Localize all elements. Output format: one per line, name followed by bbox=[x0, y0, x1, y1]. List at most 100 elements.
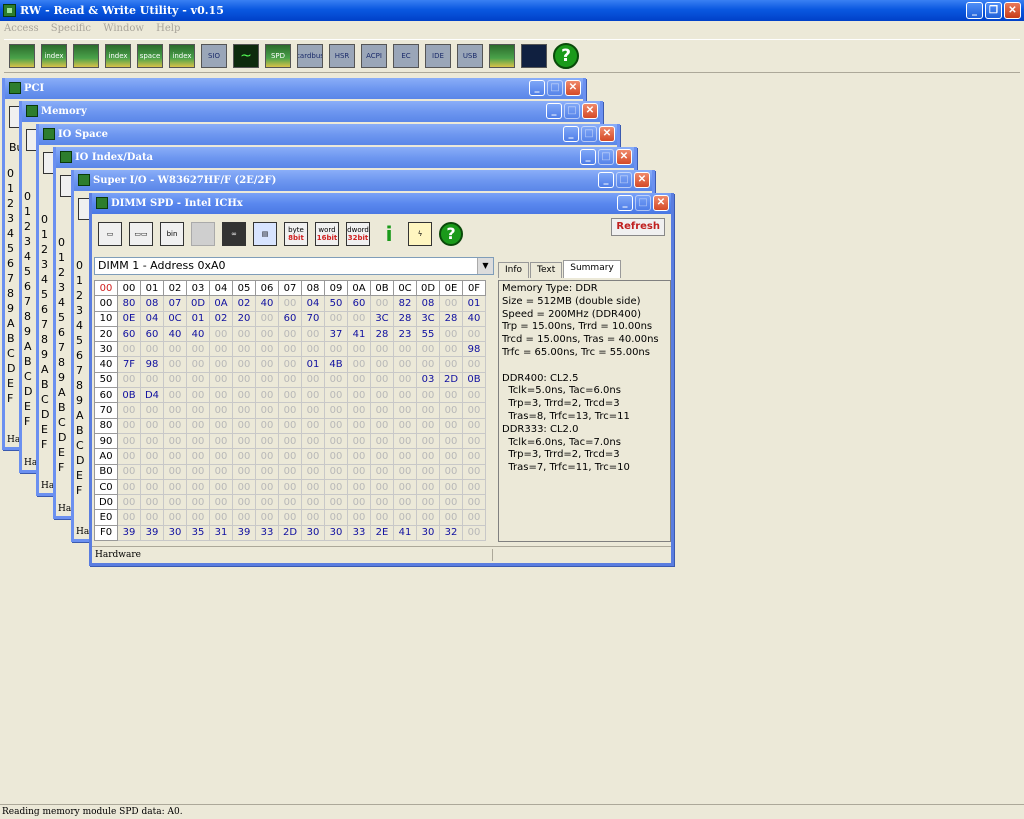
hex-cell[interactable]: 00 bbox=[255, 341, 279, 358]
hex-cell[interactable]: 00 bbox=[416, 448, 440, 465]
hex-cell[interactable]: 00 bbox=[393, 509, 417, 526]
window-dimm-spd[interactable]: DIMM SPD - Intel ICHx _ □ ✕ ▭ ▭▭ bin ∞ ▤ b… bbox=[89, 193, 674, 566]
hex-cell[interactable]: 00 bbox=[393, 402, 417, 419]
hex-cell[interactable]: 00 bbox=[209, 463, 233, 480]
hex-cell[interactable]: 00 bbox=[439, 402, 463, 419]
hex-cell[interactable]: 00 bbox=[140, 448, 164, 465]
hex-cell[interactable]: 00 bbox=[209, 509, 233, 526]
hex-cell[interactable]: 00 bbox=[370, 371, 394, 389]
hex-cell[interactable]: 00 bbox=[439, 509, 463, 526]
hex-cell[interactable]: 00 bbox=[324, 341, 348, 358]
hex-cell[interactable]: 00 bbox=[324, 310, 348, 327]
minimize-button[interactable]: _ bbox=[546, 103, 562, 119]
hex-cell[interactable]: 00 bbox=[347, 417, 371, 434]
hex-cell[interactable]: 00 bbox=[186, 448, 210, 465]
hex-cell[interactable]: 40 bbox=[255, 295, 279, 312]
hex-cell[interactable]: 00 bbox=[255, 448, 279, 465]
hex-cell[interactable]: 00 bbox=[301, 494, 325, 511]
hex-cell[interactable]: 00 bbox=[232, 341, 256, 358]
hex-cell[interactable]: 0D bbox=[186, 295, 210, 312]
window-io-space-title[interactable]: IO Space _ □ ✕ bbox=[39, 124, 617, 145]
ide-button[interactable]: IDE bbox=[423, 41, 453, 71]
hex-cell[interactable]: 40 bbox=[163, 325, 187, 343]
hex-cell[interactable]: 00 bbox=[393, 448, 417, 465]
hex-cell[interactable]: 03 bbox=[416, 371, 440, 389]
hex-cell[interactable]: 00 bbox=[347, 478, 371, 496]
main-title-bar[interactable]: RW - Read & Write Utility - v0.15 _ ❐ ✕ bbox=[0, 0, 1024, 21]
hex-cell[interactable]: 00 bbox=[140, 341, 164, 358]
hex-cell[interactable]: 30 bbox=[324, 524, 348, 542]
hex-cell[interactable]: 00 bbox=[255, 432, 279, 450]
hex-cell[interactable]: 00 bbox=[462, 524, 486, 542]
hex-cell[interactable]: 40 bbox=[186, 325, 210, 343]
usb-button[interactable]: USB bbox=[455, 41, 485, 71]
hex-cell[interactable]: 00 bbox=[301, 478, 325, 496]
save-bin-button[interactable]: bin bbox=[158, 220, 186, 248]
hex-cell[interactable]: 00 bbox=[439, 494, 463, 511]
hex-cell[interactable]: 30 bbox=[416, 524, 440, 542]
hex-cell[interactable]: 00 bbox=[370, 494, 394, 511]
minimize-button[interactable]: _ bbox=[617, 195, 633, 211]
window-memory-title[interactable]: Memory _ □ ✕ bbox=[22, 101, 600, 122]
hex-cell[interactable]: 00 bbox=[439, 432, 463, 450]
hex-cell[interactable]: 00 bbox=[278, 402, 302, 419]
hex-cell[interactable]: 00 bbox=[163, 371, 187, 389]
hex-cell[interactable]: 39 bbox=[117, 524, 141, 542]
hex-cell[interactable]: 00 bbox=[232, 402, 256, 419]
hex-cell[interactable]: 00 bbox=[370, 387, 394, 404]
hex-cell[interactable]: 00 bbox=[393, 387, 417, 404]
hex-cell[interactable]: 00 bbox=[347, 371, 371, 389]
minimize-button[interactable]: _ bbox=[966, 2, 983, 19]
hex-cell[interactable]: 00 bbox=[393, 463, 417, 480]
hex-cell[interactable]: 00 bbox=[462, 417, 486, 434]
hex-cell[interactable]: 50 bbox=[324, 295, 348, 312]
hex-cell[interactable]: 00 bbox=[370, 356, 394, 373]
load-button[interactable] bbox=[189, 220, 217, 248]
hex-cell[interactable]: 02 bbox=[232, 295, 256, 312]
save-all-button[interactable]: ▭▭ bbox=[127, 220, 155, 248]
maximize-button[interactable]: □ bbox=[635, 195, 651, 211]
hex-cell[interactable]: 00 bbox=[209, 325, 233, 343]
hex-cell[interactable]: 00 bbox=[393, 417, 417, 434]
hex-cell[interactable]: 40 bbox=[462, 310, 486, 327]
minimize-button[interactable]: _ bbox=[563, 126, 579, 142]
hex-cell[interactable]: 04 bbox=[140, 310, 164, 327]
maximize-button[interactable]: □ bbox=[581, 126, 597, 142]
chevron-down-icon[interactable]: ▼ bbox=[477, 258, 493, 274]
hex-cell[interactable]: 00 bbox=[462, 402, 486, 419]
hex-cell[interactable]: 00 bbox=[462, 325, 486, 343]
hex-cell[interactable]: 00 bbox=[324, 432, 348, 450]
cardbus-button[interactable]: cardbus bbox=[295, 41, 325, 71]
hex-cell[interactable]: 00 bbox=[186, 387, 210, 404]
hex-cell[interactable]: 00 bbox=[301, 341, 325, 358]
hex-cell[interactable]: 00 bbox=[117, 417, 141, 434]
hex-cell[interactable]: 00 bbox=[301, 463, 325, 480]
hex-cell[interactable]: 00 bbox=[232, 371, 256, 389]
hex-cell[interactable]: 00 bbox=[255, 494, 279, 511]
hex-cell[interactable]: 00 bbox=[462, 448, 486, 465]
hex-cell[interactable]: 00 bbox=[393, 432, 417, 450]
hex-cell[interactable]: 00 bbox=[140, 402, 164, 419]
hex-cell[interactable]: 00 bbox=[324, 417, 348, 434]
hex-cell[interactable]: 2D bbox=[439, 371, 463, 389]
hex-cell[interactable]: 02 bbox=[209, 310, 233, 327]
hex-cell[interactable]: 00 bbox=[163, 387, 187, 404]
hex-cell[interactable]: 00 bbox=[324, 448, 348, 465]
sio-button[interactable]: SIO bbox=[199, 41, 229, 71]
hex-cell[interactable]: 00 bbox=[347, 463, 371, 480]
dword-button[interactable]: dword 32bit bbox=[344, 220, 372, 248]
memory-button[interactable] bbox=[71, 41, 101, 71]
hex-cell[interactable]: 00 bbox=[347, 387, 371, 404]
hex-cell[interactable]: 00 bbox=[462, 387, 486, 404]
hex-cell[interactable]: 00 bbox=[462, 478, 486, 496]
hex-cell[interactable]: 00 bbox=[278, 478, 302, 496]
waveform-button[interactable]: ~ bbox=[231, 41, 261, 71]
help-button[interactable]: ? bbox=[551, 41, 581, 71]
maximize-button[interactable]: □ bbox=[547, 80, 563, 96]
tab-text[interactable]: Text bbox=[530, 262, 563, 278]
hex-cell[interactable]: 30 bbox=[301, 524, 325, 542]
hex-cell[interactable]: 00 bbox=[347, 341, 371, 358]
window-super-io-title[interactable]: Super I/O - W83627HF/F (2E/2F) _ □ ✕ bbox=[74, 170, 652, 191]
hex-cell[interactable]: 01 bbox=[301, 356, 325, 373]
hex-cell[interactable]: 00 bbox=[416, 341, 440, 358]
